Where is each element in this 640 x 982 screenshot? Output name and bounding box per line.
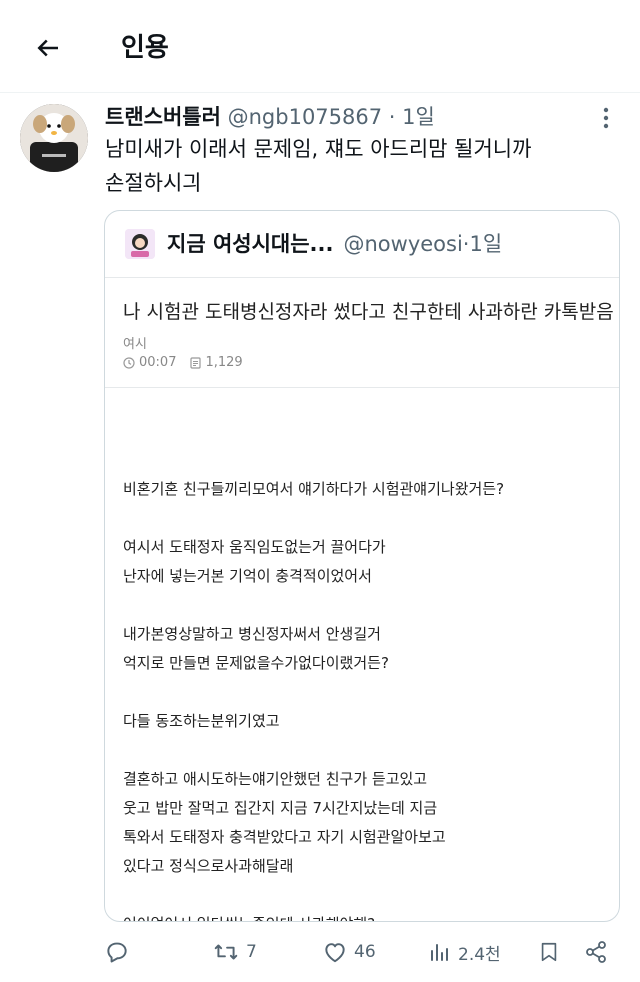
share-button[interactable] — [584, 936, 614, 968]
share-icon — [586, 941, 606, 963]
post-body-line: 내가본영상말하고 병신정자써서 안생길거 — [123, 625, 381, 643]
reply-button[interactable] — [104, 936, 136, 968]
top-bar: 인용 — [0, 0, 640, 93]
post-body-line: 웃고 밥만 잘먹고 집간지 지금 7시간지났는데 지금 — [123, 799, 438, 817]
more-vertical-icon — [603, 107, 609, 129]
post-body: 비혼기혼 친구들끼리모여서 얘기하다가 시험관얘기나왔거든? 여시서 도태정자 … — [123, 475, 603, 921]
tweet-time[interactable]: 1일 — [402, 105, 435, 129]
post-stats: 00:07 1,129 — [123, 355, 257, 370]
separator-dot: · — [462, 232, 470, 256]
post-body-line: 어이없어서 일단씹는중인데 사과해야해? — [123, 910, 603, 921]
like-count: 46 — [354, 942, 376, 962]
quoted-author-handle[interactable]: @nowyeosi — [343, 227, 462, 261]
reply-icon — [107, 942, 127, 963]
post-body-line: 억지로 만들면 문제없을수가없다이랬거든? — [123, 654, 389, 672]
views-button[interactable]: 2.4천 — [428, 936, 501, 968]
bookmark-button[interactable] — [538, 936, 566, 968]
arrow-left-icon — [37, 39, 58, 57]
quoted-avatar — [125, 229, 155, 259]
avatar-image — [20, 104, 88, 172]
page-title: 인용 — [121, 33, 169, 63]
post-views: 1,129 — [205, 355, 243, 370]
post-board: 여시 — [123, 337, 147, 352]
avatar[interactable] — [20, 104, 88, 172]
tweet-text-line: 손절하시긔 — [105, 171, 202, 195]
post-title: 나 시험관 도태병신정자라 썼다고 친구한테 사과하란 카톡받음 — [123, 301, 614, 323]
back-button[interactable] — [28, 28, 68, 68]
quoted-tweet-time[interactable]: 1일 — [469, 227, 502, 261]
post-time-stat: 00:07 — [123, 355, 176, 370]
post-body-line: 다들 동조하는분위기였고 — [123, 712, 280, 730]
quoted-author-name[interactable]: 지금 여성시대는... — [167, 227, 333, 261]
post-body-line: 있다고 정식으로사과해달래 — [123, 857, 294, 875]
author-handle[interactable]: @ngb1075867 — [228, 105, 383, 129]
document-icon — [190, 356, 202, 369]
tweet-text-line: 남미새가 이래서 문제임, 쟤도 아드리맘 될거니까 — [105, 137, 532, 161]
post-body-line: 난자에 넣는거본 기억이 충격적이었어서 — [123, 567, 372, 585]
separator-dot: · — [388, 105, 396, 129]
like-button[interactable]: 46 — [322, 936, 376, 968]
post-time: 00:07 — [139, 355, 177, 370]
retweet-button[interactable]: 7 — [212, 936, 257, 968]
retweet-icon — [214, 944, 238, 960]
divider — [105, 387, 619, 388]
retweet-count: 7 — [246, 942, 257, 962]
more-options-button[interactable] — [594, 104, 618, 132]
post-body-line: 결혼하고 애시도하는얘기안했던 친구가 듣고있고 — [123, 770, 428, 788]
divider — [105, 277, 619, 278]
post-body-line: 비혼기혼 친구들끼리모여서 얘기하다가 시험관얘기나왔거든? — [123, 480, 505, 498]
view-count: 2.4천 — [458, 944, 501, 965]
quoted-tweet-card[interactable]: 지금 여성시대는... @nowyeosi · 1일 나 시험관 도태병신정자라… — [104, 210, 620, 922]
author-name[interactable]: 트랜스버틀러 — [105, 105, 221, 129]
post-views-stat: 1,129 — [190, 355, 243, 370]
post-body-line: 톡와서 도태정자 충격받았다고 자기 시험관알아보고 — [123, 828, 446, 846]
bar-chart-icon — [431, 944, 448, 961]
quoted-tweet-header: 지금 여성시대는... @nowyeosi · 1일 — [125, 227, 502, 261]
clock-icon — [123, 356, 135, 369]
bookmark-icon — [541, 942, 557, 962]
quoted-avatar-image — [125, 229, 155, 259]
tweet-text: 남미새가 이래서 문제임, 쟤도 아드리맘 될거니까 손절하시긔 — [105, 132, 605, 200]
heart-icon — [325, 943, 345, 963]
action-bar: 7 46 2.4천 — [0, 930, 640, 974]
tweet-meta: 트랜스버틀러 @ngb1075867 · 1일 — [105, 100, 435, 134]
post-body-line: 여시서 도태정자 움직임도없는거 끌어다가 — [123, 538, 386, 556]
